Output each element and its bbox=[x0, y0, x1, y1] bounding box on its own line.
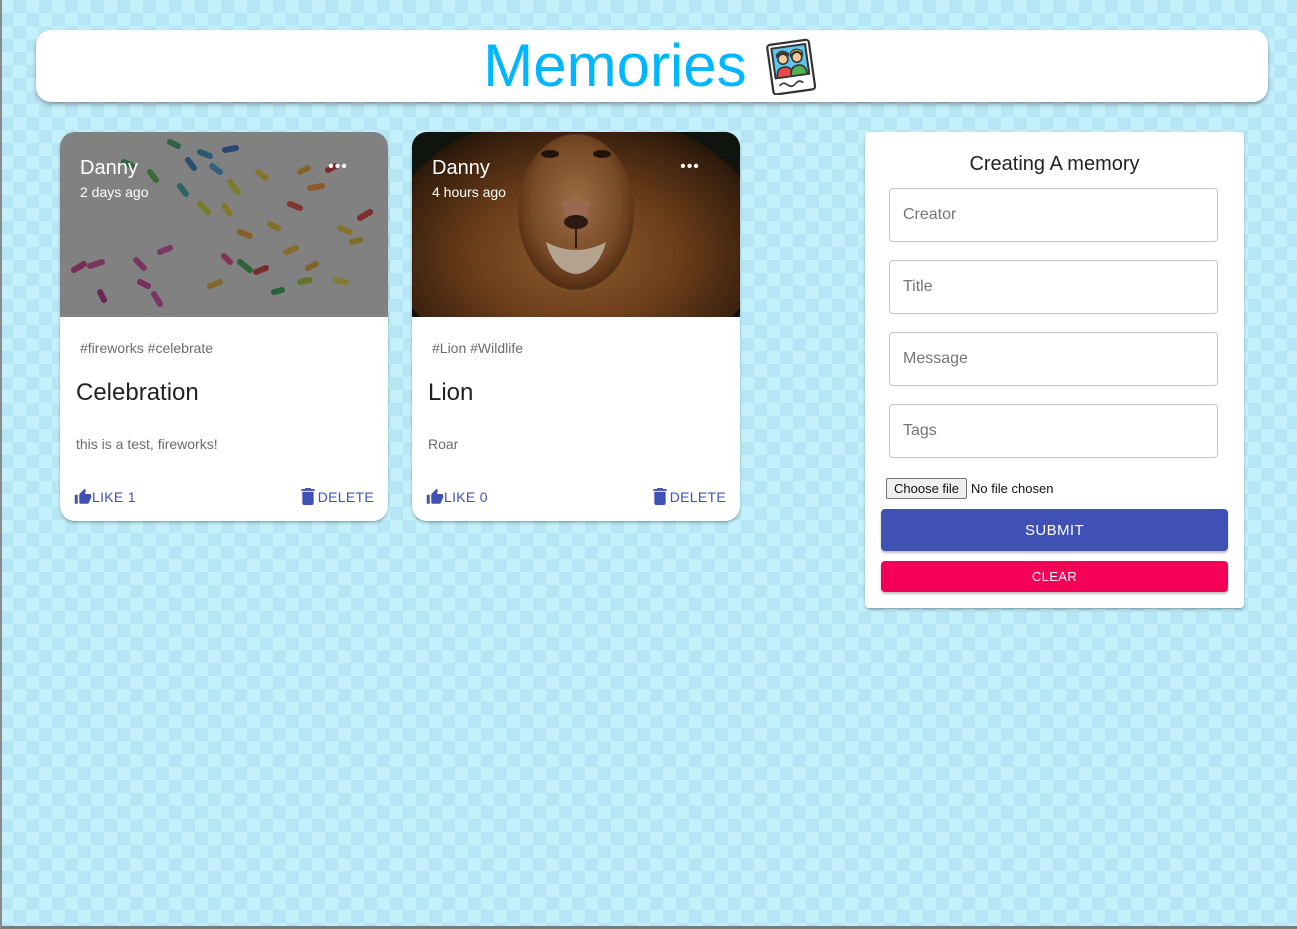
like-button[interactable]: LIKE 1 bbox=[74, 488, 136, 506]
photo-of-people-icon bbox=[765, 38, 816, 95]
thumb-up-icon bbox=[74, 488, 92, 504]
file-status: No file chosen bbox=[971, 481, 1054, 496]
card-header-overlay: Danny 4 hours ago bbox=[432, 156, 506, 200]
title-input[interactable] bbox=[889, 260, 1218, 314]
delete-label: DELETE bbox=[317, 488, 374, 505]
post-tags: #fireworks #celebrate bbox=[80, 340, 214, 356]
creator-input[interactable] bbox=[889, 188, 1218, 242]
message-input[interactable] bbox=[889, 332, 1218, 386]
post-creator: Danny bbox=[80, 157, 138, 179]
post-time: 2 days ago bbox=[80, 184, 149, 200]
submit-button[interactable]: SUBMIT bbox=[881, 509, 1228, 551]
card-header-overlay: Danny 2 days ago bbox=[80, 156, 149, 200]
tags-input[interactable] bbox=[889, 404, 1218, 458]
delete-button[interactable]: DELETE bbox=[653, 488, 726, 505]
post-tags: #Lion #Wildlife bbox=[432, 340, 524, 356]
like-button[interactable]: LIKE 0 bbox=[426, 488, 488, 506]
form-title: Creating A memory bbox=[969, 153, 1140, 175]
app-bar: Memories bbox=[36, 30, 1268, 102]
post-card: Danny 2 days ago ••• #fireworks #celebra… bbox=[60, 132, 388, 521]
post-time: 4 hours ago bbox=[432, 184, 506, 200]
delete-button[interactable]: DELETE bbox=[301, 488, 374, 505]
post-message: Roar bbox=[428, 436, 459, 452]
more-options-icon[interactable]: ••• bbox=[678, 159, 702, 175]
more-options-icon[interactable]: ••• bbox=[326, 159, 350, 175]
post-card: Danny 4 hours ago ••• #Lion #Wildlife Li… bbox=[412, 132, 740, 521]
clear-button[interactable]: CLEAR bbox=[881, 561, 1228, 592]
card-actions: LIKE 1 DELETE bbox=[74, 488, 374, 506]
choose-file-button[interactable]: Choose file bbox=[886, 478, 968, 499]
post-title: Lion bbox=[428, 379, 474, 406]
card-actions: LIKE 0 DELETE bbox=[426, 488, 726, 506]
app-title: Memories bbox=[483, 32, 747, 99]
trash-icon bbox=[301, 488, 315, 505]
like-label: LIKE 1 bbox=[92, 489, 136, 505]
like-label: LIKE 0 bbox=[444, 489, 488, 505]
file-input: Choose file No file chosen bbox=[886, 478, 1053, 499]
post-message: this is a test, fireworks! bbox=[76, 436, 218, 452]
post-title: Celebration bbox=[76, 379, 199, 406]
post-creator: Danny bbox=[432, 157, 490, 179]
trash-icon bbox=[653, 488, 667, 505]
delete-label: DELETE bbox=[669, 488, 726, 505]
thumb-up-icon bbox=[426, 488, 444, 504]
create-memory-form: Creating A memory Choose file No file ch… bbox=[865, 132, 1244, 608]
